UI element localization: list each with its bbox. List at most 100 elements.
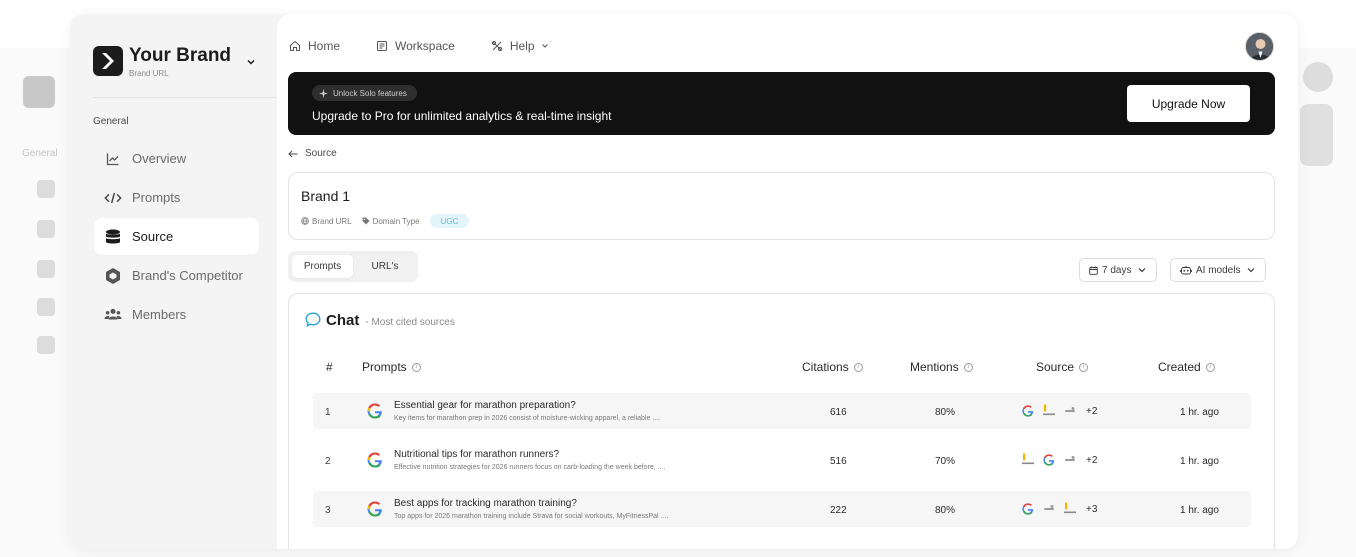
- arrow-left-icon: [288, 150, 298, 157]
- grey-brand-logo-icon: [1063, 453, 1077, 467]
- brand-meta: Brand URL Domain Type UGC: [301, 214, 470, 228]
- col-header-prompts: Prompts i: [362, 360, 421, 374]
- tag-icon: [362, 217, 370, 225]
- citations-value: 222: [830, 505, 847, 516]
- col-header-citations: Citations i: [802, 360, 863, 374]
- prompt-description: Key items for marathon prep in 2026 cons…: [394, 415, 661, 422]
- citations-value: 516: [830, 456, 847, 467]
- background-users-icon: [37, 336, 55, 354]
- days-filter-label: 7 days: [1102, 264, 1132, 276]
- sparkle-icon: [319, 88, 328, 98]
- sidebar-item-prompts[interactable]: Prompts: [94, 179, 259, 216]
- nav-home[interactable]: Home: [289, 39, 340, 53]
- unlock-pill: Unlock Solo features: [312, 85, 417, 101]
- yellow-brand-logo-icon: [1063, 502, 1077, 516]
- ai-models-filter[interactable]: AI models: [1170, 258, 1267, 282]
- chart-line-icon: [104, 150, 122, 168]
- unlock-pill-label: Unlock Solo features: [333, 88, 407, 98]
- col-header-source: Source i: [1036, 360, 1089, 374]
- created-value: 1 hr. ago: [1180, 456, 1219, 467]
- chevron-down-icon: [1248, 268, 1255, 273]
- info-icon[interactable]: i: [963, 362, 973, 372]
- prompt-title: Essential gear for marathon preparation?: [394, 400, 576, 411]
- back-link[interactable]: Source: [288, 148, 337, 159]
- sidebar-item-label: Brand's Competitor: [132, 268, 243, 283]
- workspace-icon: [377, 41, 388, 51]
- days-filter[interactable]: 7 days: [1079, 258, 1158, 282]
- chat-bubble-icon: [305, 312, 321, 327]
- prompt-title: Best apps for tracking marathon training…: [394, 498, 577, 509]
- row-number: 3: [325, 505, 331, 516]
- citations-value: 616: [830, 407, 847, 418]
- prompt-title: Nutritional tips for marathon runners?: [394, 449, 560, 460]
- table-row[interactable]: 3 Best apps for tracking marathon traini…: [313, 491, 1251, 527]
- col-header-citations-label: Citations: [802, 360, 849, 374]
- upgrade-now-button[interactable]: Upgrade Now: [1127, 85, 1250, 122]
- table-row[interactable]: 1 Essential gear for marathon preparatio…: [313, 393, 1251, 429]
- source-logos[interactable]: +2: [1021, 404, 1097, 418]
- tab-urls[interactable]: URL's: [356, 255, 414, 278]
- col-header-mentions: Mentions i: [910, 360, 973, 374]
- sidebar-item-label: Overview: [132, 151, 187, 166]
- nav-workspace[interactable]: Workspace: [376, 39, 455, 53]
- domain-type-label: Domain Type: [372, 216, 420, 226]
- robot-icon: [1180, 265, 1192, 275]
- back-label: Source: [305, 148, 337, 159]
- banner-text: Upgrade to Pro for unlimited analytics &…: [312, 109, 612, 123]
- grey-brand-logo-icon: [1063, 404, 1077, 418]
- mentions-value: 80%: [935, 505, 956, 516]
- main-content: Home Workspace Help Unlock Solo features…: [277, 14, 1298, 549]
- sidebar-item-brands-competitor[interactable]: Brand's Competitor: [94, 257, 259, 294]
- table-heading: Chat - Most cited sources: [305, 310, 455, 329]
- top-navigation: Home Workspace Help: [289, 38, 586, 54]
- info-icon[interactable]: i: [1079, 362, 1089, 372]
- yellow-brand-logo-icon: [1042, 404, 1056, 418]
- row-number: 1: [325, 407, 331, 418]
- brand-switcher[interactable]: Your Brand Brand URL: [93, 45, 263, 78]
- google-icon: [367, 501, 382, 517]
- tab-prompts[interactable]: Prompts: [292, 255, 353, 278]
- chevron-down-icon: [1139, 268, 1146, 273]
- domain-type-meta: Domain Type: [362, 217, 420, 226]
- sources-table-card: Chat - Most cited sources # Prompts i Cit…: [288, 293, 1275, 549]
- user-avatar[interactable]: [1245, 32, 1274, 61]
- google-icon: [1021, 404, 1035, 418]
- sidebar-item-label: Prompts: [132, 190, 181, 205]
- google-icon: [367, 403, 382, 419]
- created-value: 1 hr. ago: [1180, 505, 1219, 516]
- sidebar-item-members[interactable]: Members: [94, 296, 259, 333]
- sidebar-item-source[interactable]: Source: [94, 218, 259, 255]
- col-header-mentions-label: Mentions: [910, 360, 959, 374]
- background-chart-icon: [37, 180, 55, 198]
- table-title: Chat: [326, 312, 360, 329]
- brand-title: Brand 1: [301, 188, 351, 204]
- info-icon[interactable]: i: [1205, 362, 1215, 372]
- col-header-created: Created i: [1158, 360, 1215, 374]
- sidebar-divider: [93, 97, 277, 98]
- sidebar-item-label: Members: [132, 307, 187, 322]
- help-tools-icon: [491, 40, 502, 52]
- source-logos[interactable]: +3: [1021, 502, 1097, 516]
- brand-url-meta[interactable]: Brand URL: [301, 217, 352, 226]
- info-icon[interactable]: i: [411, 362, 421, 372]
- prompt-description: Top apps for 2026 marathon training incl…: [394, 513, 669, 520]
- created-value: 1 hr. ago: [1180, 407, 1219, 418]
- source-logos[interactable]: +2: [1021, 453, 1097, 467]
- col-header-created-label: Created: [1158, 360, 1201, 374]
- col-header-num-label: #: [326, 360, 333, 374]
- brand-name: Your Brand: [129, 45, 232, 66]
- brand-url: Brand URL: [129, 69, 169, 78]
- mentions-value: 80%: [935, 407, 956, 418]
- mentions-value: 70%: [935, 456, 956, 467]
- ugc-badge: UGC: [429, 214, 470, 228]
- background-brand-logo: [23, 76, 55, 108]
- app-window: Your Brand Brand URL General Overview Pr…: [70, 14, 1298, 549]
- database-icon: [104, 228, 122, 246]
- nav-help[interactable]: Help: [491, 39, 550, 53]
- table-row[interactable]: 2 Nutritional tips for marathon runners?…: [313, 442, 1251, 478]
- chevron-down-icon: [247, 59, 255, 65]
- google-icon: [1042, 453, 1056, 467]
- sidebar-item-overview[interactable]: Overview: [94, 140, 259, 177]
- info-icon[interactable]: i: [853, 362, 863, 372]
- col-header-num: #: [326, 360, 333, 374]
